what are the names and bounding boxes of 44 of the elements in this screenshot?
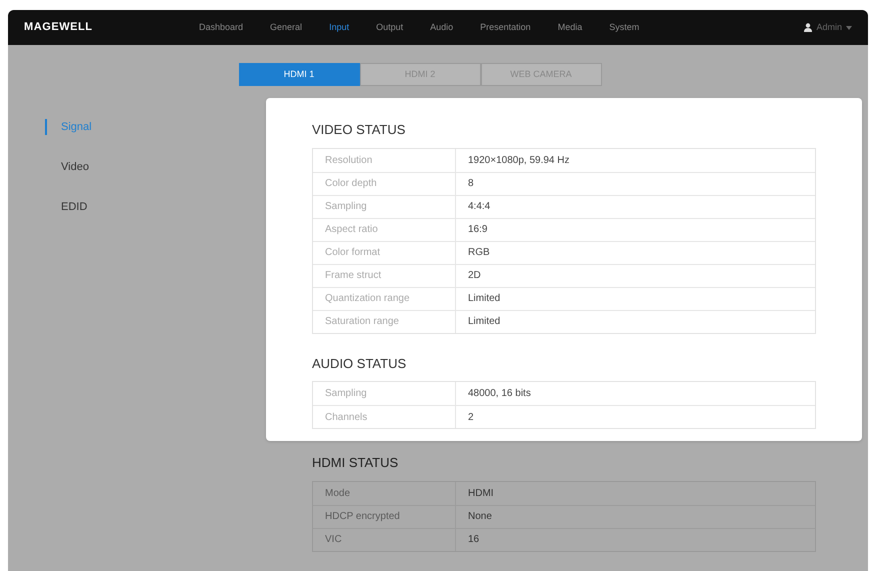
sidebar-item[interactable]: EDID [61,198,88,216]
nav-link[interactable]: Media [558,20,582,34]
section-title: HDMI STATUS [312,454,400,472]
logo: MAGEWELL [24,20,94,36]
table-cell: VIC [313,528,456,550]
caret-icon [846,26,852,30]
table-cell: HDCP encrypted [313,506,456,528]
table-cell-text: 16:9 [467,223,488,237]
user-menu[interactable]: Admin [816,20,842,34]
table-cell-text: 16 [467,533,480,547]
nav-link[interactable]: Input [329,20,350,34]
table-cell: Saturation range [313,310,456,332]
table-cell: Resolution [313,148,456,172]
sidebar-item[interactable]: Video [61,158,89,176]
table-cell-text: HDMI [467,486,495,500]
table-cell: Mode [313,482,456,504]
nav-link[interactable]: Dashboard [199,20,244,34]
table-cell-text: 8 [467,177,475,191]
table-cell: Frame struct [313,264,456,286]
table-cell: Quantization range [313,288,456,310]
table-cell-text: Limited [467,292,502,306]
table-cell: Aspect ratio [313,218,456,240]
table-cell: Channels [313,406,456,428]
table-cell-text: Limited [467,315,502,329]
nav-link[interactable]: Presentation [480,20,531,34]
table-cell: Color depth [313,172,456,194]
table-cell-text: None [467,510,493,524]
table-cell-text: 1920×1080p, 59.94 Hz [467,154,570,168]
table-cell: Color format [313,242,456,264]
tab[interactable]: HDMI 1 [238,63,360,86]
nav-link[interactable]: General [270,20,302,34]
table-cell-text: 48000, 16 bits [467,387,532,401]
table-cell-text: RGB [467,246,491,260]
section-title: VIDEO STATUS [312,121,406,139]
nav-link[interactable]: System [609,20,640,34]
user-icon [804,23,812,32]
nav-link[interactable]: Audio [430,20,454,34]
table-cell-text: 2 [467,410,475,424]
table-cell-text: 2D [467,269,482,283]
table-cell-text: 4:4:4 [467,200,492,214]
table-cell: Sampling [313,196,456,218]
nav-link[interactable]: Output [376,20,404,34]
table-cell: Sampling [313,382,456,405]
section-title: AUDIO STATUS [312,354,408,372]
